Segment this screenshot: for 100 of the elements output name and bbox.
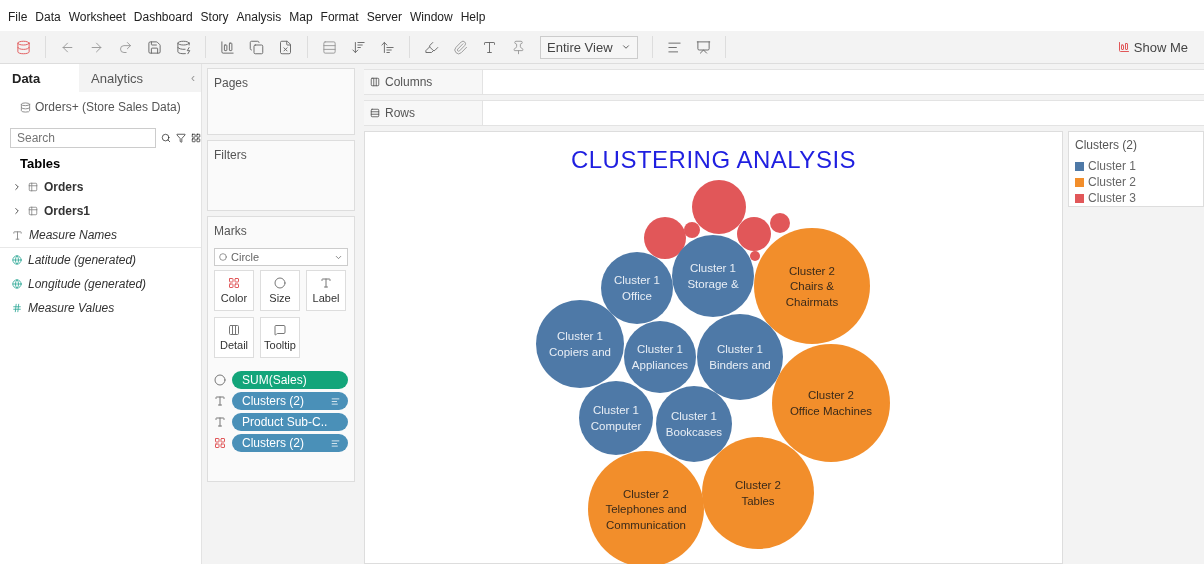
label-icon <box>214 395 226 407</box>
size-icon <box>274 277 286 289</box>
duplicate-icon[interactable] <box>249 39 264 55</box>
field-name[interactable]: Orders1 <box>44 204 91 218</box>
bubble[interactable] <box>737 217 771 251</box>
marks-button[interactable]: Detail <box>214 317 254 358</box>
menu-item[interactable]: Format <box>320 10 359 28</box>
menu-item[interactable]: Map <box>289 10 313 28</box>
data-source-icon <box>20 101 31 113</box>
sort-descending-icon[interactable] <box>380 39 395 55</box>
group-icon[interactable] <box>453 39 468 55</box>
highlight-icon[interactable] <box>424 39 439 55</box>
hash-icon <box>12 303 22 313</box>
pin-icon[interactable] <box>511 39 526 55</box>
marks-button[interactable]: Label <box>306 270 346 311</box>
save-icon[interactable] <box>147 39 162 55</box>
back-icon[interactable] <box>60 39 75 55</box>
bubble[interactable] <box>684 222 700 238</box>
legend-label[interactable]: Cluster 2 <box>1088 175 1137 189</box>
label-icon <box>320 277 332 289</box>
menu-item[interactable]: Window <box>409 10 453 28</box>
field-pill[interactable]: Clusters (2) <box>232 392 348 410</box>
bubble[interactable] <box>644 217 686 259</box>
field-name[interactable]: Measure Values <box>28 301 115 315</box>
presentation-icon[interactable] <box>695 39 711 55</box>
field-name[interactable]: Longitude (generated) <box>28 277 147 291</box>
field-name[interactable]: Measure Names <box>29 228 118 242</box>
redo-icon[interactable] <box>118 39 133 55</box>
bubble[interactable]: Cluster 1 Office <box>601 252 673 324</box>
forward-icon[interactable] <box>89 39 104 55</box>
marks-button[interactable]: Tooltip <box>260 317 300 358</box>
bubble[interactable]: Cluster 1 Storage & <box>672 235 754 317</box>
menu-item[interactable]: Dashboard <box>133 10 193 28</box>
marks-button[interactable]: Color <box>214 270 254 311</box>
bubble[interactable]: Cluster 2 Office Machines <box>772 344 890 462</box>
pane-tab[interactable]: Analytics <box>79 64 158 92</box>
bubble[interactable]: Cluster 1 Binders and <box>697 314 783 400</box>
bubble[interactable] <box>692 180 746 234</box>
shelf[interactable]: Rows <box>364 100 1204 126</box>
table-icon <box>28 206 38 216</box>
new-sheet-icon[interactable] <box>220 39 235 55</box>
rows-icon <box>370 108 380 118</box>
shelf[interactable]: Columns <box>364 69 1204 95</box>
field-pill[interactable]: Clusters (2) <box>232 434 348 452</box>
view-options-icon[interactable] <box>191 133 201 143</box>
bubble[interactable]: Cluster 2 Telephones and Communication <box>588 451 704 564</box>
pane-tab[interactable]: Data <box>0 64 79 92</box>
bubble[interactable]: Cluster 1 Appliances <box>624 321 696 393</box>
detail-icon <box>228 324 240 336</box>
mark-type-dropdown[interactable]: Circle <box>214 248 348 266</box>
expand-icon[interactable] <box>12 206 22 216</box>
menu-item[interactable]: Server <box>366 10 402 28</box>
sort-ascending-icon[interactable] <box>351 39 366 55</box>
bubble[interactable] <box>770 213 790 233</box>
bubble[interactable]: Cluster 2 Tables <box>702 437 814 549</box>
globe-icon <box>12 279 22 289</box>
clear-sheet-icon[interactable] <box>278 39 293 55</box>
logo-icon[interactable] <box>16 39 31 55</box>
bubble[interactable]: Cluster 1 Copiers and <box>536 300 624 388</box>
menu-item[interactable]: Story <box>200 10 229 28</box>
new-data-source-icon[interactable] <box>176 39 191 55</box>
labels-icon[interactable] <box>482 39 497 55</box>
chart-icon <box>1117 41 1130 53</box>
section-heading: Tables <box>19 155 62 173</box>
caret-icon <box>620 42 631 52</box>
legend-label[interactable]: Cluster 1 <box>1088 159 1137 173</box>
menu-item[interactable]: Worksheet <box>68 10 126 28</box>
search-icon[interactable] <box>161 133 171 143</box>
card-title: Filters <box>214 148 248 162</box>
field-pill[interactable]: Product Sub-C.. <box>232 413 348 431</box>
shelf-label: Columns <box>385 75 433 89</box>
bubble[interactable]: Cluster 2 Chairs & Chairmats <box>754 228 870 344</box>
chart-title: CLUSTERING ANALYSIS <box>569 145 858 174</box>
field-name[interactable]: Latitude (generated) <box>28 253 137 267</box>
show-me-button[interactable]: Show Me <box>1117 39 1188 55</box>
filter-icon[interactable] <box>176 133 186 143</box>
size-icon <box>214 374 226 386</box>
legend-title: Clusters (2) <box>1075 138 1138 152</box>
menu-item[interactable]: Data <box>35 10 61 28</box>
table-icon <box>28 182 38 192</box>
field-name[interactable]: Orders <box>44 180 84 194</box>
cards-icon[interactable] <box>666 39 682 55</box>
bubble[interactable]: Cluster 1 Computer <box>579 381 653 455</box>
legend-label[interactable]: Cluster 3 <box>1088 191 1137 205</box>
data-source-name[interactable]: Orders+ (Store Sales Data) <box>35 100 181 114</box>
shelf-label: Rows <box>385 106 415 120</box>
marks-button[interactable]: Size <box>260 270 300 311</box>
menu-item[interactable]: File <box>8 10 28 28</box>
fit-dropdown[interactable]: Entire View <box>540 35 638 59</box>
columns-icon <box>370 77 380 87</box>
search-field[interactable]: Search <box>10 128 156 148</box>
bubble[interactable]: Cluster 1 Bookcases <box>656 386 732 462</box>
globe-icon <box>12 255 22 265</box>
bubble[interactable] <box>750 251 760 261</box>
circle-icon <box>219 253 227 261</box>
menu-item[interactable]: Analysis <box>236 10 282 28</box>
color-dots-icon <box>214 437 226 449</box>
label-icon <box>214 416 226 428</box>
menu-item[interactable]: Help <box>460 10 486 28</box>
expand-icon[interactable] <box>12 182 22 192</box>
